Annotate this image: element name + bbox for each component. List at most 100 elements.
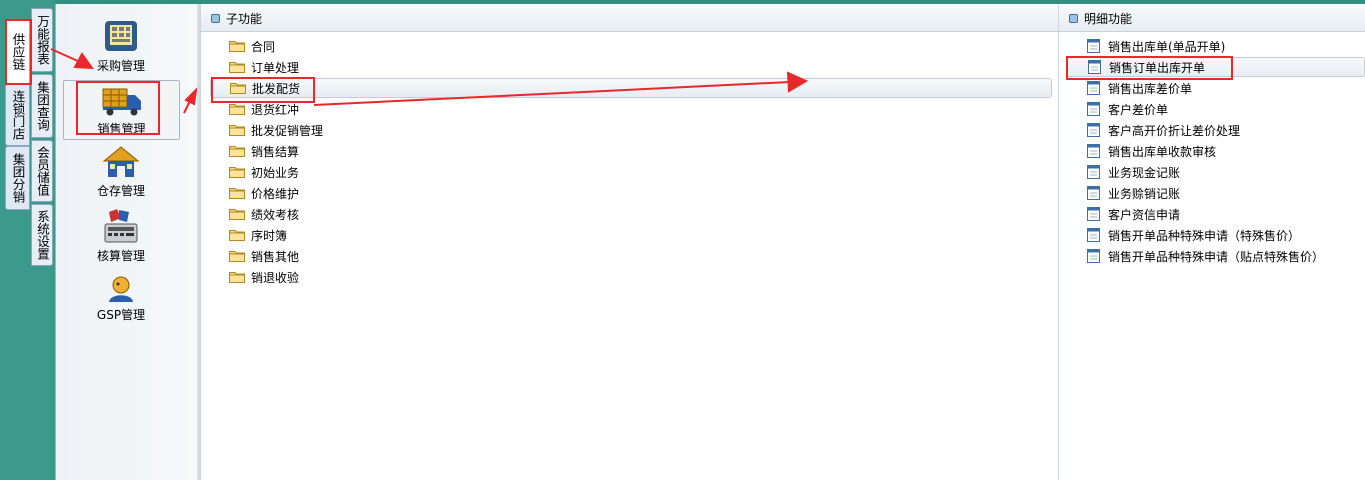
module-purchase[interactable]: 采购管理	[63, 18, 179, 76]
gsp-person-icon	[109, 276, 133, 302]
sub-function-label: 批发配货	[252, 81, 301, 96]
sub-function-item[interactable]: 退货红冲	[229, 99, 299, 119]
sub-functions-title: 子功能	[226, 12, 263, 26]
sub-function-item[interactable]: 订单处理	[229, 57, 299, 77]
module-sales[interactable]: 销售管理	[63, 80, 180, 140]
vtab-system-settings[interactable]: 系统设置	[31, 204, 53, 266]
sub-function-label: 销售结算	[251, 144, 300, 159]
folder-icon	[229, 209, 245, 220]
sub-function-item[interactable]: 合同	[229, 36, 275, 56]
detail-function-label: 客户差价单	[1108, 102, 1169, 117]
detail-function-label: 客户资信申请	[1108, 207, 1181, 222]
sub-functions-header: 子功能	[201, 6, 1058, 32]
detail-function-item[interactable]: 销售订单出库开单	[1066, 57, 1365, 77]
sub-function-item[interactable]: 销售其他	[229, 246, 299, 266]
detail-function-item[interactable]: 客户资信申请	[1087, 204, 1180, 224]
warehouse-icon	[102, 146, 140, 177]
folder-icon	[229, 146, 245, 157]
sub-function-label: 销退收验	[251, 270, 300, 285]
sub-function-label: 销售其他	[251, 249, 300, 264]
module-gsp[interactable]: GSP管理	[63, 275, 179, 327]
detail-function-label: 销售开单品种特殊申请（特殊售价）	[1108, 228, 1301, 243]
detail-function-item[interactable]: 客户高开价折让差价处理	[1087, 120, 1240, 140]
module-panel-divider	[197, 4, 201, 480]
sub-function-label: 订单处理	[251, 60, 300, 75]
detail-function-item[interactable]: 销售出库单(单品开单)	[1087, 36, 1225, 56]
detail-function-item[interactable]: 业务现金记账	[1087, 162, 1180, 182]
document-icon	[1087, 102, 1100, 116]
detail-function-label: 销售订单出库开单	[1109, 60, 1206, 75]
module-label: 销售管理	[97, 122, 146, 136]
folder-icon	[229, 188, 245, 199]
sub-function-label: 合同	[251, 39, 276, 54]
module-label: 核算管理	[96, 249, 145, 263]
detail-function-label: 销售开单品种特殊申请（贴点特殊售价）	[1108, 249, 1325, 264]
sub-function-item[interactable]: 价格维护	[229, 183, 299, 203]
folder-icon	[229, 167, 245, 178]
detail-functions-header: 明细功能	[1059, 6, 1365, 32]
sub-function-item[interactable]: 初始业务	[229, 162, 299, 182]
vtab-supply-chain[interactable]: 供应链	[5, 20, 30, 84]
document-icon	[1088, 60, 1101, 74]
detail-function-label: 销售出库差价单	[1108, 81, 1193, 96]
window-top-border	[0, 0, 1365, 4]
vtab-universal-reports[interactable]: 万能报表	[31, 8, 53, 72]
header-bullet-icon	[211, 14, 220, 23]
purchase-register-icon	[105, 21, 137, 51]
folder-icon	[229, 41, 245, 52]
detail-function-item[interactable]: 业务赊销记账	[1087, 183, 1180, 203]
sub-function-item[interactable]: 销售结算	[229, 141, 299, 161]
app-window: 供应链 连锁门店 集团分销 万能报表 集团查询 会员储值 系统设置 采购管理 销…	[0, 0, 1365, 480]
sub-function-label: 绩效考核	[251, 207, 300, 222]
detail-function-item[interactable]: 客户差价单	[1087, 99, 1168, 119]
detail-function-item[interactable]: 销售出库单收款审核	[1087, 141, 1216, 161]
document-icon	[1087, 39, 1100, 53]
sub-function-label: 价格维护	[251, 186, 300, 201]
vtab-group-distribution[interactable]: 集团分销	[5, 146, 30, 210]
document-icon	[1087, 228, 1100, 242]
detail-function-label: 客户高开价折让差价处理	[1108, 123, 1241, 138]
sub-function-item[interactable]: 绩效考核	[229, 204, 299, 224]
sub-function-item[interactable]: 销退收验	[229, 267, 299, 287]
sub-function-item[interactable]: 批发配货	[210, 78, 1052, 98]
delivery-truck-icon	[102, 88, 141, 116]
vtab-chain-stores[interactable]: 连锁门店	[5, 84, 30, 146]
detail-function-item[interactable]: 销售开单品种特殊申请（贴点特殊售价）	[1087, 246, 1324, 266]
folder-icon	[229, 125, 245, 136]
accounting-calculator-icon	[104, 209, 138, 243]
header-bullet-icon	[1069, 14, 1078, 23]
detail-function-label: 业务赊销记账	[1108, 186, 1181, 201]
module-label: GSP管理	[96, 308, 146, 322]
sub-function-label: 批发促销管理	[251, 123, 324, 138]
sub-function-label: 退货红冲	[251, 102, 300, 117]
document-icon	[1087, 144, 1100, 158]
module-label: 采购管理	[96, 59, 145, 73]
detail-function-label: 销售出库单(单品开单)	[1108, 39, 1226, 54]
document-icon	[1087, 207, 1100, 221]
sub-function-item[interactable]: 批发促销管理	[229, 120, 323, 140]
detail-function-label: 业务现金记账	[1108, 165, 1181, 180]
folder-icon	[229, 251, 245, 262]
detail-functions-title: 明细功能	[1084, 12, 1133, 26]
sub-function-label: 初始业务	[251, 165, 300, 180]
detail-function-item[interactable]: 销售出库差价单	[1087, 78, 1192, 98]
detail-function-item[interactable]: 销售开单品种特殊申请（特殊售价）	[1087, 225, 1300, 245]
module-accounting[interactable]: 核算管理	[63, 208, 179, 266]
folder-icon	[230, 83, 246, 94]
document-icon	[1087, 249, 1100, 263]
folder-icon	[229, 272, 245, 283]
vtab-group-query[interactable]: 集团查询	[31, 74, 53, 138]
pane-divider	[1058, 4, 1059, 480]
document-icon	[1087, 123, 1100, 137]
document-icon	[1087, 165, 1100, 179]
folder-icon	[229, 104, 245, 115]
vtab-member-stored-value[interactable]: 会员储值	[31, 140, 53, 202]
sub-function-item[interactable]: 序时簿	[229, 225, 287, 245]
sub-function-label: 序时簿	[251, 228, 288, 243]
folder-icon	[229, 62, 245, 73]
detail-function-label: 销售出库单收款审核	[1108, 144, 1217, 159]
document-icon	[1087, 186, 1100, 200]
module-warehouse[interactable]: 仓存管理	[63, 145, 179, 201]
document-icon	[1087, 81, 1100, 95]
module-label: 仓存管理	[96, 184, 145, 198]
